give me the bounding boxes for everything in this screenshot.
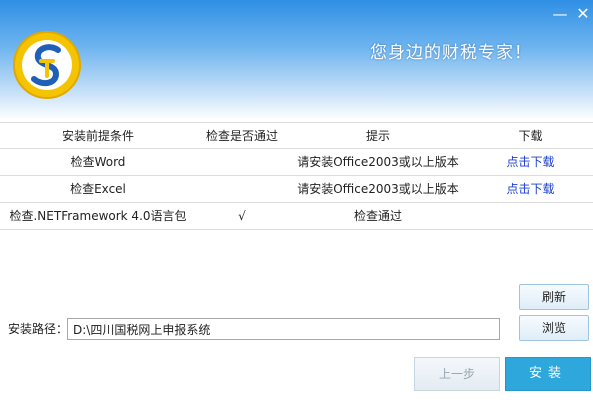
hint-cell: 请安装Office2003或以上版本 — [297, 155, 459, 169]
passed-cell — [196, 149, 288, 175]
install-path-label: 安装路径： — [8, 322, 69, 336]
download-link-word[interactable]: 点击下载 — [468, 149, 593, 175]
column-header-hint: 提示 — [365, 129, 390, 143]
condition-cell: 检查Excel — [70, 182, 126, 196]
table-row: 检查Word 请安装Office2003或以上版本 点击下载 — [0, 149, 593, 176]
header-banner: 您身边的财税专家！ — ✕ — [0, 0, 593, 120]
hint-cell: 请安装Office2003或以上版本 — [297, 182, 459, 196]
shuiwu-logo-icon — [13, 31, 81, 99]
condition-cell: 检查.NETFramework 4.0语言包 — [9, 209, 187, 223]
download-cell — [468, 203, 593, 229]
passed-cell — [196, 176, 288, 202]
close-icon[interactable]: ✕ — [574, 6, 592, 22]
column-header-passed: 检查是否通过 — [205, 129, 278, 143]
passed-cell: √ — [238, 209, 246, 223]
install-button[interactable]: 安装 — [505, 357, 591, 391]
table-row: 检查.NETFramework 4.0语言包 √ 检查通过 — [0, 203, 593, 230]
hint-cell: 检查通过 — [353, 209, 402, 223]
table-row: 检查Excel 请安装Office2003或以上版本 点击下载 — [0, 176, 593, 203]
prerequisite-table: 安装前提条件 检查是否通过 提示 下载 检查Word 请安装Office2003… — [0, 122, 593, 230]
column-header-download: 下载 — [518, 129, 543, 143]
previous-step-button[interactable]: 上一步 — [414, 357, 500, 391]
condition-cell: 检查Word — [70, 155, 126, 169]
slogan-text: 您身边的财税专家！ — [370, 43, 532, 63]
column-header-condition: 安装前提条件 — [61, 129, 134, 143]
table-header-row: 安装前提条件 检查是否通过 提示 下载 — [0, 122, 593, 149]
refresh-button[interactable]: 刷新 — [519, 284, 589, 310]
download-link-excel[interactable]: 点击下载 — [468, 176, 593, 202]
browse-button[interactable]: 浏览 — [519, 315, 589, 341]
minimize-icon[interactable]: — — [551, 6, 569, 22]
install-path-input[interactable] — [67, 318, 500, 340]
